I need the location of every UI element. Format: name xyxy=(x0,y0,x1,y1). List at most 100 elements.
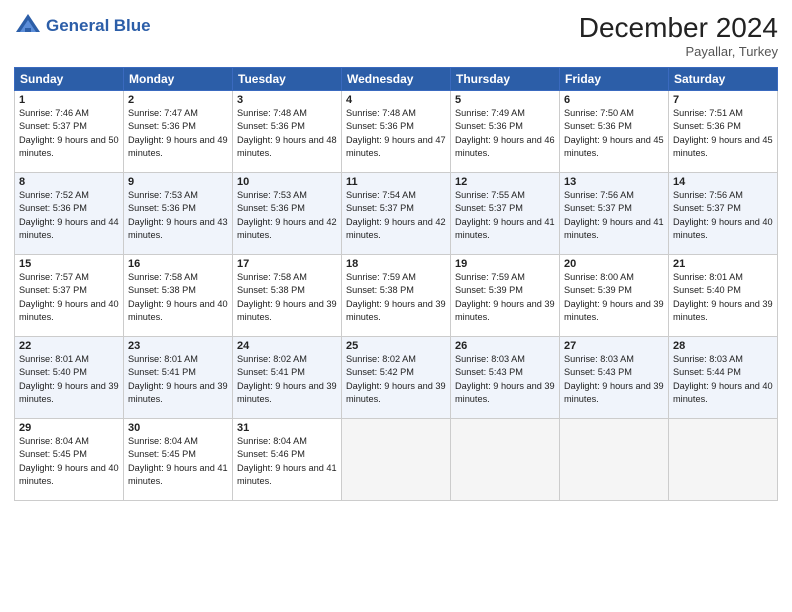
day-info: Sunrise: 7:55 AMSunset: 5:37 PMDaylight:… xyxy=(455,189,555,242)
table-cell: 22Sunrise: 8:01 AMSunset: 5:40 PMDayligh… xyxy=(15,337,124,419)
table-cell: 6Sunrise: 7:50 AMSunset: 5:36 PMDaylight… xyxy=(560,91,669,173)
day-info: Sunrise: 7:49 AMSunset: 5:36 PMDaylight:… xyxy=(455,107,555,160)
table-cell: 28Sunrise: 8:03 AMSunset: 5:44 PMDayligh… xyxy=(669,337,778,419)
day-number: 16 xyxy=(128,258,228,270)
day-number: 22 xyxy=(19,340,119,352)
day-info: Sunrise: 7:53 AMSunset: 5:36 PMDaylight:… xyxy=(128,189,228,242)
day-info: Sunrise: 8:04 AMSunset: 5:45 PMDaylight:… xyxy=(128,435,228,488)
day-info: Sunrise: 7:53 AMSunset: 5:36 PMDaylight:… xyxy=(237,189,337,242)
day-number: 2 xyxy=(128,94,228,106)
day-info: Sunrise: 8:01 AMSunset: 5:40 PMDaylight:… xyxy=(19,353,119,406)
table-cell xyxy=(669,419,778,501)
calendar-header-row: Sunday Monday Tuesday Wednesday Thursday… xyxy=(15,68,778,91)
day-info: Sunrise: 8:03 AMSunset: 5:44 PMDaylight:… xyxy=(673,353,773,406)
col-friday: Friday xyxy=(560,68,669,91)
logo-icon xyxy=(14,12,42,40)
table-cell: 14Sunrise: 7:56 AMSunset: 5:37 PMDayligh… xyxy=(669,173,778,255)
table-cell: 20Sunrise: 8:00 AMSunset: 5:39 PMDayligh… xyxy=(560,255,669,337)
table-cell: 27Sunrise: 8:03 AMSunset: 5:43 PMDayligh… xyxy=(560,337,669,419)
day-info: Sunrise: 7:58 AMSunset: 5:38 PMDaylight:… xyxy=(237,271,337,324)
table-cell: 16Sunrise: 7:58 AMSunset: 5:38 PMDayligh… xyxy=(124,255,233,337)
day-number: 12 xyxy=(455,176,555,188)
col-thursday: Thursday xyxy=(451,68,560,91)
day-info: Sunrise: 8:04 AMSunset: 5:45 PMDaylight:… xyxy=(19,435,119,488)
calendar-table: Sunday Monday Tuesday Wednesday Thursday… xyxy=(14,67,778,501)
day-info: Sunrise: 7:46 AMSunset: 5:37 PMDaylight:… xyxy=(19,107,119,160)
page: General Blue December 2024 Payallar, Tur… xyxy=(0,0,792,612)
day-number: 17 xyxy=(237,258,337,270)
table-cell xyxy=(560,419,669,501)
day-info: Sunrise: 7:50 AMSunset: 5:36 PMDaylight:… xyxy=(564,107,664,160)
table-cell: 29Sunrise: 8:04 AMSunset: 5:45 PMDayligh… xyxy=(15,419,124,501)
day-number: 18 xyxy=(346,258,446,270)
table-cell: 8Sunrise: 7:52 AMSunset: 5:36 PMDaylight… xyxy=(15,173,124,255)
day-info: Sunrise: 7:59 AMSunset: 5:39 PMDaylight:… xyxy=(455,271,555,324)
day-info: Sunrise: 7:48 AMSunset: 5:36 PMDaylight:… xyxy=(346,107,446,160)
table-cell: 18Sunrise: 7:59 AMSunset: 5:38 PMDayligh… xyxy=(342,255,451,337)
day-info: Sunrise: 8:01 AMSunset: 5:41 PMDaylight:… xyxy=(128,353,228,406)
day-info: Sunrise: 7:54 AMSunset: 5:37 PMDaylight:… xyxy=(346,189,446,242)
table-cell: 10Sunrise: 7:53 AMSunset: 5:36 PMDayligh… xyxy=(233,173,342,255)
logo: General Blue xyxy=(14,12,151,40)
day-number: 31 xyxy=(237,422,337,434)
table-cell: 15Sunrise: 7:57 AMSunset: 5:37 PMDayligh… xyxy=(15,255,124,337)
day-info: Sunrise: 7:56 AMSunset: 5:37 PMDaylight:… xyxy=(673,189,773,242)
table-cell: 5Sunrise: 7:49 AMSunset: 5:36 PMDaylight… xyxy=(451,91,560,173)
title-section: December 2024 Payallar, Turkey xyxy=(579,12,778,59)
table-cell xyxy=(451,419,560,501)
day-number: 13 xyxy=(564,176,664,188)
day-number: 5 xyxy=(455,94,555,106)
day-info: Sunrise: 8:04 AMSunset: 5:46 PMDaylight:… xyxy=(237,435,337,488)
table-cell: 31Sunrise: 8:04 AMSunset: 5:46 PMDayligh… xyxy=(233,419,342,501)
table-cell: 11Sunrise: 7:54 AMSunset: 5:37 PMDayligh… xyxy=(342,173,451,255)
day-number: 7 xyxy=(673,94,773,106)
table-cell: 12Sunrise: 7:55 AMSunset: 5:37 PMDayligh… xyxy=(451,173,560,255)
table-cell: 19Sunrise: 7:59 AMSunset: 5:39 PMDayligh… xyxy=(451,255,560,337)
month-title: December 2024 xyxy=(579,12,778,44)
calendar-row-4: 22Sunrise: 8:01 AMSunset: 5:40 PMDayligh… xyxy=(15,337,778,419)
calendar-row-2: 8Sunrise: 7:52 AMSunset: 5:36 PMDaylight… xyxy=(15,173,778,255)
table-cell: 30Sunrise: 8:04 AMSunset: 5:45 PMDayligh… xyxy=(124,419,233,501)
day-number: 4 xyxy=(346,94,446,106)
day-number: 14 xyxy=(673,176,773,188)
table-cell: 7Sunrise: 7:51 AMSunset: 5:36 PMDaylight… xyxy=(669,91,778,173)
day-info: Sunrise: 7:59 AMSunset: 5:38 PMDaylight:… xyxy=(346,271,446,324)
day-number: 11 xyxy=(346,176,446,188)
calendar-row-5: 29Sunrise: 8:04 AMSunset: 5:45 PMDayligh… xyxy=(15,419,778,501)
table-cell: 25Sunrise: 8:02 AMSunset: 5:42 PMDayligh… xyxy=(342,337,451,419)
day-number: 26 xyxy=(455,340,555,352)
day-info: Sunrise: 7:51 AMSunset: 5:36 PMDaylight:… xyxy=(673,107,773,160)
day-info: Sunrise: 8:03 AMSunset: 5:43 PMDaylight:… xyxy=(564,353,664,406)
table-cell: 13Sunrise: 7:56 AMSunset: 5:37 PMDayligh… xyxy=(560,173,669,255)
day-number: 21 xyxy=(673,258,773,270)
day-info: Sunrise: 8:02 AMSunset: 5:42 PMDaylight:… xyxy=(346,353,446,406)
day-number: 28 xyxy=(673,340,773,352)
day-number: 25 xyxy=(346,340,446,352)
header: General Blue December 2024 Payallar, Tur… xyxy=(14,12,778,59)
day-info: Sunrise: 8:01 AMSunset: 5:40 PMDaylight:… xyxy=(673,271,773,324)
day-info: Sunrise: 7:48 AMSunset: 5:36 PMDaylight:… xyxy=(237,107,337,160)
day-number: 27 xyxy=(564,340,664,352)
day-number: 20 xyxy=(564,258,664,270)
day-info: Sunrise: 8:02 AMSunset: 5:41 PMDaylight:… xyxy=(237,353,337,406)
table-cell xyxy=(342,419,451,501)
day-number: 23 xyxy=(128,340,228,352)
col-saturday: Saturday xyxy=(669,68,778,91)
day-number: 9 xyxy=(128,176,228,188)
col-monday: Monday xyxy=(124,68,233,91)
table-cell: 23Sunrise: 8:01 AMSunset: 5:41 PMDayligh… xyxy=(124,337,233,419)
day-number: 24 xyxy=(237,340,337,352)
day-number: 15 xyxy=(19,258,119,270)
day-number: 1 xyxy=(19,94,119,106)
table-cell: 4Sunrise: 7:48 AMSunset: 5:36 PMDaylight… xyxy=(342,91,451,173)
col-wednesday: Wednesday xyxy=(342,68,451,91)
day-info: Sunrise: 7:58 AMSunset: 5:38 PMDaylight:… xyxy=(128,271,228,324)
day-info: Sunrise: 7:57 AMSunset: 5:37 PMDaylight:… xyxy=(19,271,119,324)
table-cell: 17Sunrise: 7:58 AMSunset: 5:38 PMDayligh… xyxy=(233,255,342,337)
day-info: Sunrise: 7:52 AMSunset: 5:36 PMDaylight:… xyxy=(19,189,119,242)
table-cell: 21Sunrise: 8:01 AMSunset: 5:40 PMDayligh… xyxy=(669,255,778,337)
location: Payallar, Turkey xyxy=(579,44,778,59)
day-number: 6 xyxy=(564,94,664,106)
day-number: 8 xyxy=(19,176,119,188)
table-cell: 3Sunrise: 7:48 AMSunset: 5:36 PMDaylight… xyxy=(233,91,342,173)
